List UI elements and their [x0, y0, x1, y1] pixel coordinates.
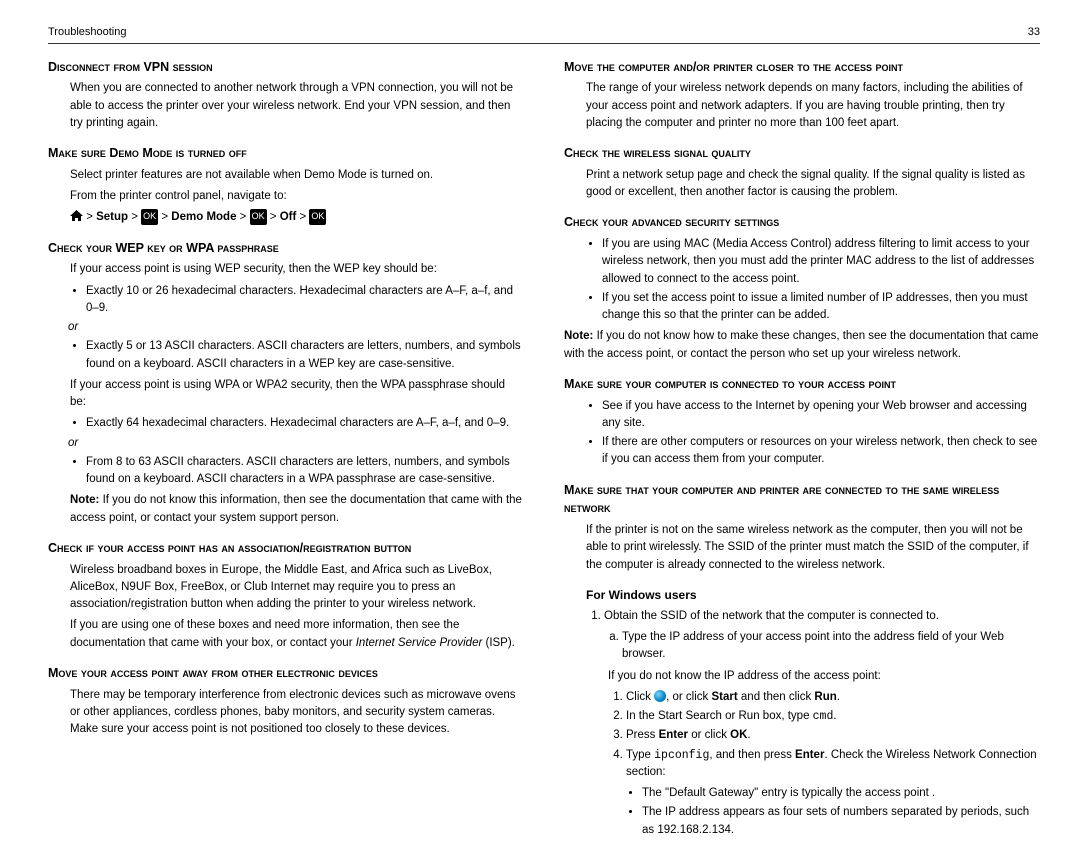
list-item: The IP address appears as four sets of n… — [642, 804, 1040, 839]
wpa-list: Exactly 64 hexadecimal characters. Hexad… — [48, 415, 524, 488]
ok-icon: OK — [141, 209, 158, 225]
page-header: Troubleshooting 33 — [48, 24, 1040, 44]
content-columns: Disconnect from VPN session When you are… — [48, 58, 1040, 843]
p-ifip: If you do not know the IP address of the… — [564, 668, 1040, 685]
conn-list: See if you have access to the Internet b… — [564, 398, 1040, 469]
note-wep: Note: If you do not know this informatio… — [48, 492, 524, 527]
ip-notes: The "Default Gateway" entry is typically… — [564, 785, 1040, 839]
list-item: Exactly 64 hexadecimal characters. Hexad… — [86, 415, 524, 432]
p-vpn: When you are connected to another networ… — [48, 80, 524, 132]
p-demo1: Select printer features are not availabl… — [48, 167, 524, 184]
header-section: Troubleshooting — [48, 24, 126, 41]
right-column: Move the computer and/or printer closer … — [564, 58, 1040, 843]
list-item: If you are using MAC (Media Access Contr… — [602, 236, 1040, 288]
list-item: Click , or click Start and then click Ru… — [626, 689, 1040, 706]
list-item: If you set the access point to issue a l… — [602, 290, 1040, 325]
nav-off: Off — [280, 211, 297, 223]
sub-a: Type the IP address of your access point… — [604, 629, 1040, 664]
list-item: Exactly 10 or 26 hexadecimal characters.… — [86, 283, 524, 318]
list-item: Type ipconfig, and then press Enter. Che… — [626, 747, 1040, 782]
list-item: From 8 to 63 ASCII characters. ASCII cha… — [86, 454, 524, 489]
p-move: There may be temporary interference from… — [48, 687, 524, 739]
note-adv: Note: If you do not know how to make the… — [564, 328, 1040, 363]
list-item: If there are other computers or resource… — [602, 434, 1040, 469]
adv-list: If you are using MAC (Media Access Contr… — [564, 236, 1040, 324]
or-text: or — [68, 319, 524, 336]
list-item: The "Default Gateway" entry is typically… — [642, 785, 1040, 802]
nav-path: > Setup > OK > Demo Mode > OK > Off > OK — [48, 209, 524, 226]
p-same: If the printer is not on the same wirele… — [564, 522, 1040, 574]
h-move: Move your access point away from other e… — [48, 664, 524, 683]
p-assoc1: Wireless broadband boxes in Europe, the … — [48, 562, 524, 614]
p-wep1: If your access point is using WEP securi… — [48, 261, 524, 278]
h-adv: Check your advanced security settings — [564, 213, 1040, 232]
list-item: Press Enter or click OK. — [626, 727, 1040, 744]
nav-demo: Demo Mode — [171, 211, 236, 223]
win-steps: Obtain the SSID of the network that the … — [564, 608, 1040, 664]
ip-steps: Click , or click Start and then click Ru… — [564, 689, 1040, 781]
left-column: Disconnect from VPN session When you are… — [48, 58, 524, 843]
p-wep2: If your access point is using WPA or WPA… — [48, 377, 524, 412]
h-wep: Check your WEP key or WPA passphrase — [48, 239, 524, 258]
wep-list: Exactly 10 or 26 hexadecimal characters.… — [48, 283, 524, 373]
p-demo2: From the printer control panel, navigate… — [48, 188, 524, 205]
start-orb-icon — [654, 690, 666, 702]
ok-icon: OK — [250, 209, 267, 225]
h-signal: Check the wireless signal quality — [564, 144, 1040, 163]
list-item: Type the IP address of your access point… — [622, 629, 1040, 664]
h-same: Make sure that your computer and printer… — [564, 481, 1040, 519]
header-page: 33 — [1028, 24, 1040, 41]
p-signal: Print a network setup page and check the… — [564, 167, 1040, 202]
h-closer: Move the computer and/or printer closer … — [564, 58, 1040, 77]
p-closer: The range of your wireless network depen… — [564, 80, 1040, 132]
list-item: Obtain the SSID of the network that the … — [604, 608, 1040, 664]
nav-setup: Setup — [96, 211, 128, 223]
h-win: For Windows users — [564, 586, 1040, 604]
home-icon — [70, 210, 83, 221]
list-item: In the Start Search or Run box, type cmd… — [626, 708, 1040, 725]
or-text: or — [68, 435, 524, 452]
h-vpn: Disconnect from VPN session — [48, 58, 524, 77]
ok-icon: OK — [309, 209, 326, 225]
p-assoc2: If you are using one of these boxes and … — [48, 617, 524, 652]
list-item: Exactly 5 or 13 ASCII characters. ASCII … — [86, 338, 524, 373]
h-assoc: Check if your access point has an associ… — [48, 539, 524, 558]
h-demo: Make sure Demo Mode is turned off — [48, 144, 524, 163]
h-conn: Make sure your computer is connected to … — [564, 375, 1040, 394]
list-item: See if you have access to the Internet b… — [602, 398, 1040, 433]
